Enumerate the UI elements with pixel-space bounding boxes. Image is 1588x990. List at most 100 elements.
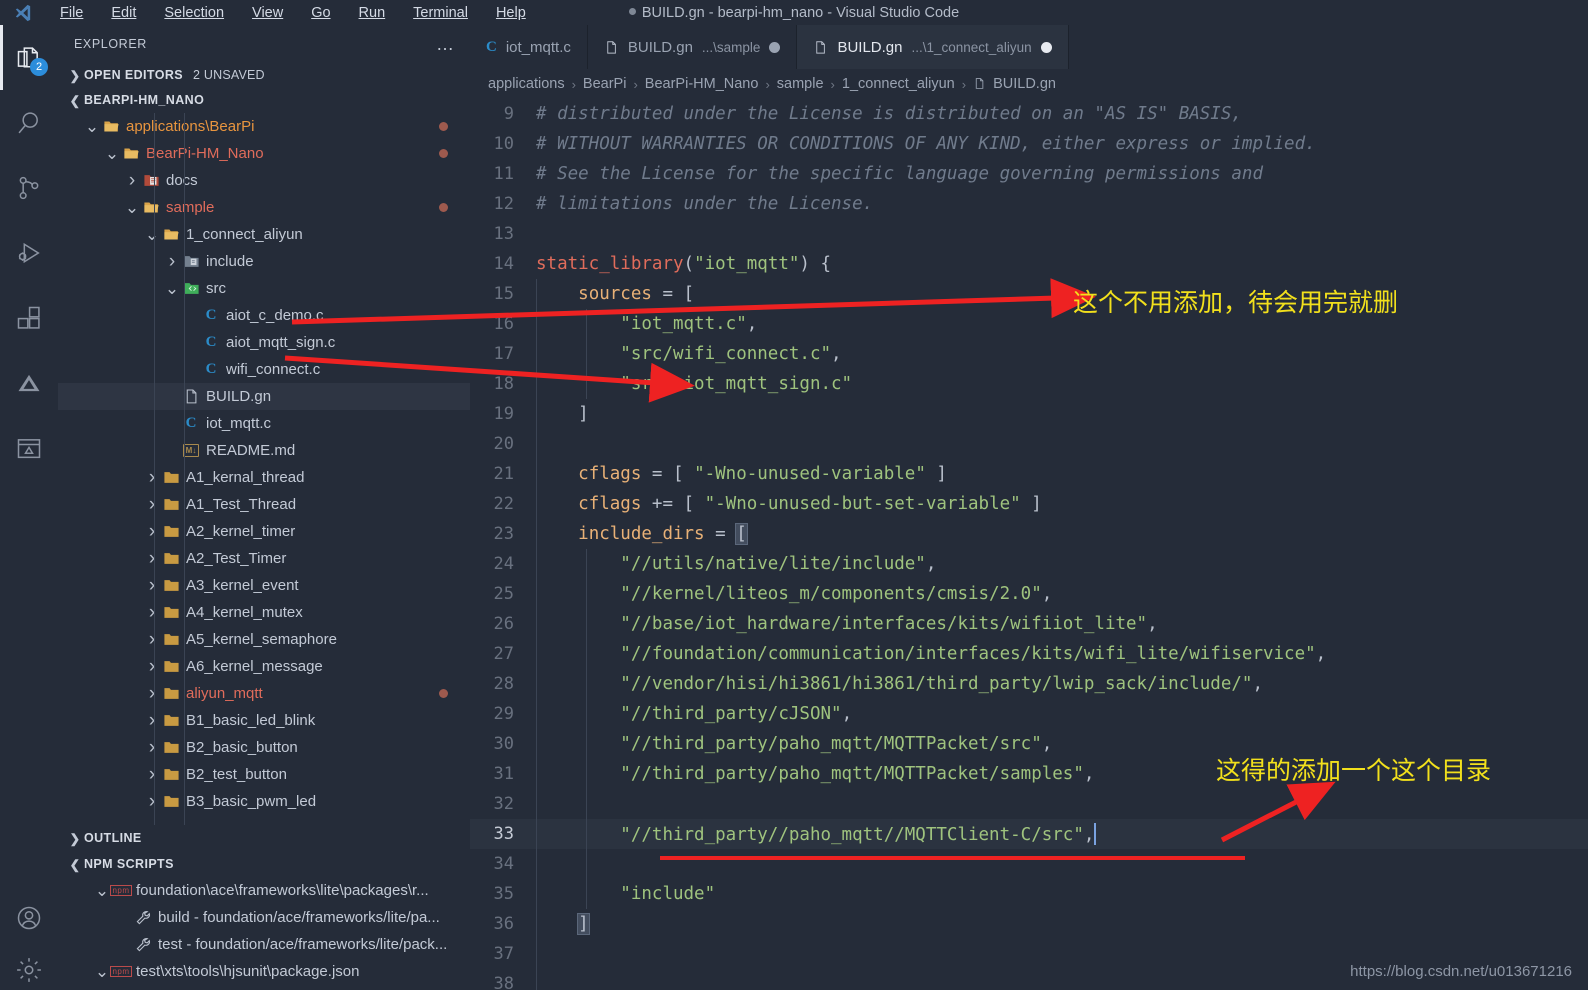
- chevron-down-icon[interactable]: ⌄: [164, 280, 180, 297]
- menu-help[interactable]: Help: [482, 3, 540, 23]
- tree-row[interactable]: › B2_basic_button: [58, 734, 470, 761]
- chevron-down-icon[interactable]: ⌄: [144, 226, 160, 243]
- code-line[interactable]: 26 "//base/iot_hardware/interfaces/kits/…: [470, 609, 1588, 639]
- code-line[interactable]: 25 "//kernel/liteos_m/components/cmsis/2…: [470, 579, 1588, 609]
- chevron-right-icon[interactable]: ›: [144, 629, 160, 651]
- code-editor[interactable]: 9 # distributed under the License is dist…: [470, 99, 1588, 990]
- chevron-right-icon[interactable]: ›: [144, 656, 160, 678]
- menu-terminal[interactable]: Terminal: [399, 3, 482, 23]
- chevron-right-icon[interactable]: ›: [144, 575, 160, 597]
- tab-dirty-indicator-icon[interactable]: [769, 41, 781, 53]
- code-line[interactable]: 36 ]: [470, 909, 1588, 939]
- chevron-down-icon[interactable]: ⌄: [94, 882, 110, 899]
- chevron-down-icon[interactable]: ⌄: [124, 199, 140, 216]
- file-tree[interactable]: ⌄ applications\BearPi ⌄ BearPi-HM_Nano › docs…: [58, 113, 470, 815]
- breadcrumb-item[interactable]: 1_connect_aliyun: [842, 76, 955, 92]
- tree-row[interactable]: Cwifi_connect.c: [58, 356, 470, 383]
- chevron-right-icon[interactable]: ›: [144, 791, 160, 813]
- code-line[interactable]: 29 "//third_party/cJSON",: [470, 699, 1588, 729]
- code-line[interactable]: 27 "//foundation/communication/interface…: [470, 639, 1588, 669]
- menu-go[interactable]: Go: [297, 3, 344, 23]
- code-line[interactable]: 14 static_library("iot_mqtt") {: [470, 249, 1588, 279]
- tree-row[interactable]: ⌄ src: [58, 275, 470, 302]
- code-line[interactable]: 21 cflags = [ "-Wno-unused-variable" ]: [470, 459, 1588, 489]
- code-line[interactable]: 32: [470, 789, 1588, 819]
- breadcrumb-item[interactable]: BearPi: [583, 76, 627, 92]
- explorer-icon[interactable]: 2: [0, 25, 58, 90]
- preview-panel-icon[interactable]: [0, 415, 58, 480]
- source-control-icon[interactable]: [0, 155, 58, 220]
- tree-row[interactable]: ⌄ applications\BearPi: [58, 113, 470, 140]
- code-line[interactable]: 24 "//utils/native/lite/include",: [470, 549, 1588, 579]
- breadcrumb-item[interactable]: BUILD.gn: [993, 76, 1056, 92]
- tree-row[interactable]: › A1_Test_Thread: [58, 491, 470, 518]
- chevron-down-icon[interactable]: ⌄: [104, 145, 120, 162]
- chevron-down-icon[interactable]: ⌄: [84, 118, 100, 135]
- tree-row[interactable]: M↓ README.md: [58, 437, 470, 464]
- tree-row[interactable]: › docs: [58, 167, 470, 194]
- huawei-devtools-icon[interactable]: [0, 350, 58, 415]
- code-line[interactable]: 9 # distributed under the License is dist…: [470, 99, 1588, 129]
- chevron-right-icon[interactable]: ›: [144, 521, 160, 543]
- chevron-right-icon[interactable]: ›: [144, 548, 160, 570]
- run-and-debug-icon[interactable]: [0, 220, 58, 285]
- tree-row[interactable]: Caiot_mqtt_sign.c: [58, 329, 470, 356]
- tree-row[interactable]: › B1_basic_led_blink: [58, 707, 470, 734]
- chevron-right-icon[interactable]: ›: [144, 602, 160, 624]
- tree-row[interactable]: › B3_basic_pwm_led: [58, 788, 470, 815]
- tab-dirty-indicator-icon[interactable]: [1040, 41, 1052, 53]
- tree-row[interactable]: › A2_Test_Timer: [58, 545, 470, 572]
- tree-row[interactable]: Ciot_mqtt.c: [58, 410, 470, 437]
- code-line[interactable]: 18 "src/aiot_mqtt_sign.c": [470, 369, 1588, 399]
- accounts-icon[interactable]: [0, 885, 58, 950]
- section-project-root[interactable]: ❮ BEARPI-HM_NANO: [58, 87, 470, 113]
- tree-row[interactable]: › A2_kernel_timer: [58, 518, 470, 545]
- section-npm-scripts[interactable]: ❮ NPM SCRIPTS: [58, 851, 470, 877]
- breadcrumb-item[interactable]: applications: [488, 76, 565, 92]
- code-line[interactable]: 11 # See the License for the specific lan…: [470, 159, 1588, 189]
- chevron-right-icon[interactable]: ›: [144, 494, 160, 516]
- chevron-right-icon[interactable]: ›: [144, 764, 160, 786]
- editor-tab-bar[interactable]: Ciot_mqtt.c BUILD.gn ...\sample BUILD.gn...…: [470, 25, 1588, 69]
- tree-row[interactable]: › A6_kernel_message: [58, 653, 470, 680]
- menu-edit[interactable]: Edit: [97, 3, 150, 23]
- tree-row[interactable]: ⌄ sample: [58, 194, 470, 221]
- code-line[interactable]: 20: [470, 429, 1588, 459]
- breadcrumb-item[interactable]: BearPi-HM_Nano: [645, 76, 759, 92]
- tree-row[interactable]: BUILD.gn: [58, 383, 470, 410]
- tree-row[interactable]: ⌄ BearPi-HM_Nano: [58, 140, 470, 167]
- code-line[interactable]: 13: [470, 219, 1588, 249]
- npm-script-row[interactable]: test - foundation/ace/frameworks/lite/pa…: [58, 931, 470, 958]
- code-line[interactable]: 35 "include": [470, 879, 1588, 909]
- chevron-right-icon[interactable]: ›: [124, 170, 140, 192]
- menu-selection[interactable]: Selection: [150, 3, 238, 23]
- code-line[interactable]: 16 "iot_mqtt.c",: [470, 309, 1588, 339]
- more-actions-icon[interactable]: …: [436, 35, 456, 53]
- tree-row[interactable]: › A5_kernel_semaphore: [58, 626, 470, 653]
- menu-file[interactable]: File: [46, 3, 97, 23]
- tree-row[interactable]: Caiot_c_demo.c: [58, 302, 470, 329]
- chevron-down-icon[interactable]: ⌄: [94, 963, 110, 980]
- code-line[interactable]: 10 # WITHOUT WARRANTIES OR CONDITIONS OF …: [470, 129, 1588, 159]
- tree-row[interactable]: › B2_test_button: [58, 761, 470, 788]
- editor-tab[interactable]: BUILD.gn ...\1_connect_aliyun: [797, 25, 1069, 69]
- tree-row[interactable]: › A3_kernel_event: [58, 572, 470, 599]
- file-tree-scroll[interactable]: ⌄ applications\BearPi ⌄ BearPi-HM_Nano › docs…: [58, 113, 470, 825]
- tree-row[interactable]: › A4_kernel_mutex: [58, 599, 470, 626]
- section-open-editors[interactable]: ❯ OPEN EDITORS 2 UNSAVED: [58, 63, 470, 87]
- code-line[interactable]: 23 include_dirs = [: [470, 519, 1588, 549]
- npm-script-row[interactable]: ⌄ npm foundation\ace\frameworks\lite\packa…: [58, 877, 470, 904]
- chevron-right-icon[interactable]: ›: [144, 710, 160, 732]
- npm-script-row[interactable]: ⌄ npm test\xts\tools\hjsunit\package.json: [58, 958, 470, 985]
- code-line[interactable]: 34: [470, 849, 1588, 879]
- breadcrumb-item[interactable]: sample: [777, 76, 824, 92]
- code-line[interactable]: 12 # limitations under the License.: [470, 189, 1588, 219]
- settings-gear-icon[interactable]: [0, 950, 58, 990]
- chevron-right-icon[interactable]: ›: [144, 737, 160, 759]
- editor-tab[interactable]: BUILD.gn ...\sample: [587, 25, 798, 69]
- code-line[interactable]: 19 ]: [470, 399, 1588, 429]
- editor-tab[interactable]: Ciot_mqtt.c: [470, 25, 588, 69]
- code-line[interactable]: 33 "//third_party//paho_mqtt//MQTTClient…: [470, 819, 1588, 849]
- search-icon[interactable]: [0, 90, 58, 155]
- chevron-right-icon[interactable]: ›: [164, 251, 180, 273]
